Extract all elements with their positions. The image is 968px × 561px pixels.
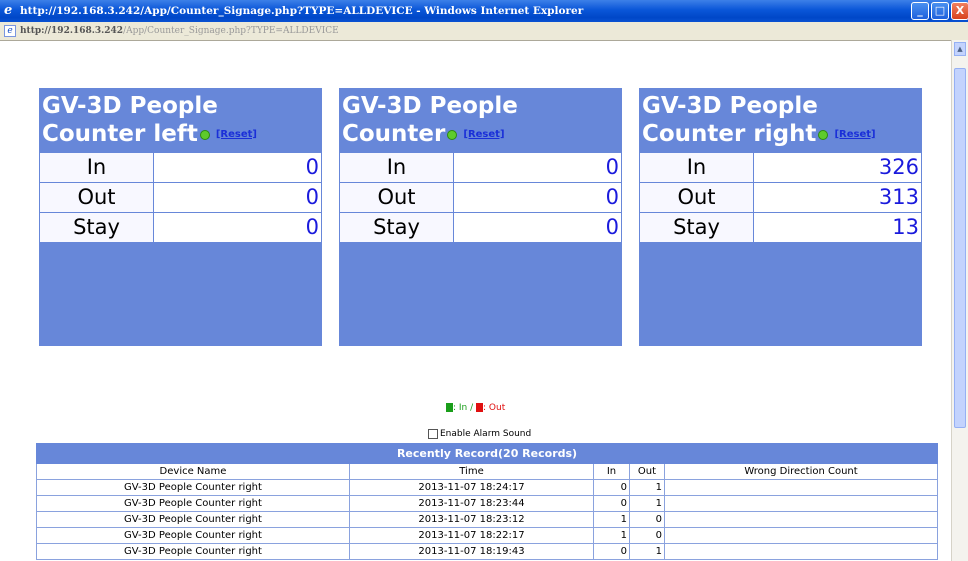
cell-time: 2013-11-07 18:19:43 [349, 543, 594, 560]
table-row: GV-3D People Counter right 2013-11-07 18… [36, 527, 938, 544]
page-icon: e [4, 25, 16, 37]
cell-wrong-direction [664, 543, 938, 560]
scroll-up-icon[interactable]: ▲ [954, 42, 966, 56]
records-table: Recently Record(20 Records) Device Name … [36, 443, 938, 560]
cell-out: 0 [629, 511, 665, 528]
out-color-swatch-icon [476, 403, 484, 412]
stay-label: Stay [39, 212, 154, 243]
counter-table: In 0 Out 0 Stay 0 [339, 152, 622, 243]
ie-logo-icon: e [4, 3, 13, 18]
column-header-out: Out [629, 463, 665, 480]
cell-wrong-direction [664, 479, 938, 496]
stay-label: Stay [639, 212, 754, 243]
out-label: Out [339, 182, 454, 213]
minimize-button[interactable]: _ [911, 2, 929, 20]
out-value: 0 [453, 182, 622, 213]
records-caption: Recently Record(20 Records) [36, 443, 938, 464]
in-label: In [39, 152, 154, 183]
legend-out-label: : Out [483, 403, 506, 413]
status-dot-icon [818, 129, 829, 140]
in-value: 0 [453, 152, 622, 183]
cell-wrong-direction [664, 527, 938, 544]
close-button[interactable]: X [951, 2, 968, 20]
legend-in-label: : In / [453, 403, 474, 413]
column-header-wrong-direction: Wrong Direction Count [664, 463, 938, 480]
records-header-row: Device Name Time In Out Wrong Direction … [36, 463, 938, 480]
status-dot-icon [199, 129, 210, 140]
table-row: GV-3D People Counter right 2013-11-07 18… [36, 495, 938, 512]
panel-title-text: GV-3D People Counter left [42, 93, 218, 147]
maximize-button[interactable]: □ [931, 2, 949, 20]
table-row: GV-3D People Counter right 2013-11-07 18… [36, 511, 938, 528]
cell-time: 2013-11-07 18:23:44 [349, 495, 594, 512]
stay-value: 0 [153, 212, 322, 243]
panel-title: GV-3D People Counter right [Reset] [642, 92, 920, 149]
in-value: 0 [153, 152, 322, 183]
column-header-time: Time [349, 463, 594, 480]
window-title: http://192.168.3.242/App/Counter_Signage… [20, 5, 584, 17]
address-host: http://192.168.3.242 [20, 26, 124, 36]
alarm-sound-checkbox[interactable] [428, 428, 438, 439]
out-label: Out [639, 182, 754, 213]
alarm-sound-label: Enable Alarm Sound [440, 429, 532, 439]
cell-device-name: GV-3D People Counter right [36, 479, 350, 496]
column-header-device-name: Device Name [36, 463, 350, 480]
cell-in: 0 [593, 495, 630, 512]
panel-title-text: GV-3D People Counter right [642, 93, 818, 147]
counter-panel-left: GV-3D People Counter left [Reset] In 0 Out… [39, 88, 322, 346]
window-title-bar: e http://192.168.3.242/App/Counter_Signa… [0, 0, 968, 22]
address-bar[interactable]: e http://192.168.3.242/App/Counter_Signa… [0, 22, 968, 41]
cell-wrong-direction [664, 511, 938, 528]
cell-in: 0 [593, 543, 630, 560]
cell-time: 2013-11-07 18:23:12 [349, 511, 594, 528]
cell-out: 1 [629, 495, 665, 512]
panel-title: GV-3D People Counter left [Reset] [42, 92, 320, 149]
legend: : In / : Out [446, 403, 505, 413]
table-row: GV-3D People Counter right 2013-11-07 18… [36, 479, 938, 496]
scrollbar-thumb[interactable] [954, 68, 966, 428]
reset-link[interactable]: [Reset] [216, 129, 257, 140]
cell-time: 2013-11-07 18:22:17 [349, 527, 594, 544]
in-label: In [639, 152, 754, 183]
alarm-sound-option[interactable]: Enable Alarm Sound [428, 428, 531, 440]
counter-panel-right: GV-3D People Counter right [Reset] In 326 … [639, 88, 922, 346]
vertical-scrollbar[interactable]: ▲ [951, 40, 968, 561]
cell-in: 0 [593, 479, 630, 496]
reset-link[interactable]: [Reset] [463, 129, 504, 140]
column-header-in: In [593, 463, 630, 480]
table-row: GV-3D People Counter right 2013-11-07 18… [36, 543, 938, 560]
out-value: 0 [153, 182, 322, 213]
in-value: 326 [753, 152, 922, 183]
cell-in: 1 [593, 511, 630, 528]
panel-title: GV-3D People Counter [Reset] [342, 92, 620, 149]
counter-table: In 0 Out 0 Stay 0 [39, 152, 322, 243]
out-value: 313 [753, 182, 922, 213]
cell-wrong-direction [664, 495, 938, 512]
address-url[interactable]: http://192.168.3.242/App/Counter_Signage… [20, 22, 339, 40]
cell-out: 0 [629, 527, 665, 544]
cell-device-name: GV-3D People Counter right [36, 511, 350, 528]
stay-value: 0 [453, 212, 622, 243]
stay-label: Stay [339, 212, 454, 243]
in-color-swatch-icon [446, 403, 453, 412]
out-label: Out [39, 182, 154, 213]
reset-link[interactable]: [Reset] [834, 129, 875, 140]
cell-out: 1 [629, 479, 665, 496]
cell-device-name: GV-3D People Counter right [36, 543, 350, 560]
status-dot-icon [447, 129, 458, 140]
address-path: /App/Counter_Signage.php?TYPE=ALLDEVICE [123, 26, 339, 36]
cell-in: 1 [593, 527, 630, 544]
in-label: In [339, 152, 454, 183]
cell-device-name: GV-3D People Counter right [36, 527, 350, 544]
stay-value: 13 [753, 212, 922, 243]
cell-out: 1 [629, 543, 665, 560]
counter-table: In 326 Out 313 Stay 13 [639, 152, 922, 243]
cell-device-name: GV-3D People Counter right [36, 495, 350, 512]
counter-panel-center: GV-3D People Counter [Reset] In 0 Out 0 Sta… [339, 88, 622, 346]
cell-time: 2013-11-07 18:24:17 [349, 479, 594, 496]
